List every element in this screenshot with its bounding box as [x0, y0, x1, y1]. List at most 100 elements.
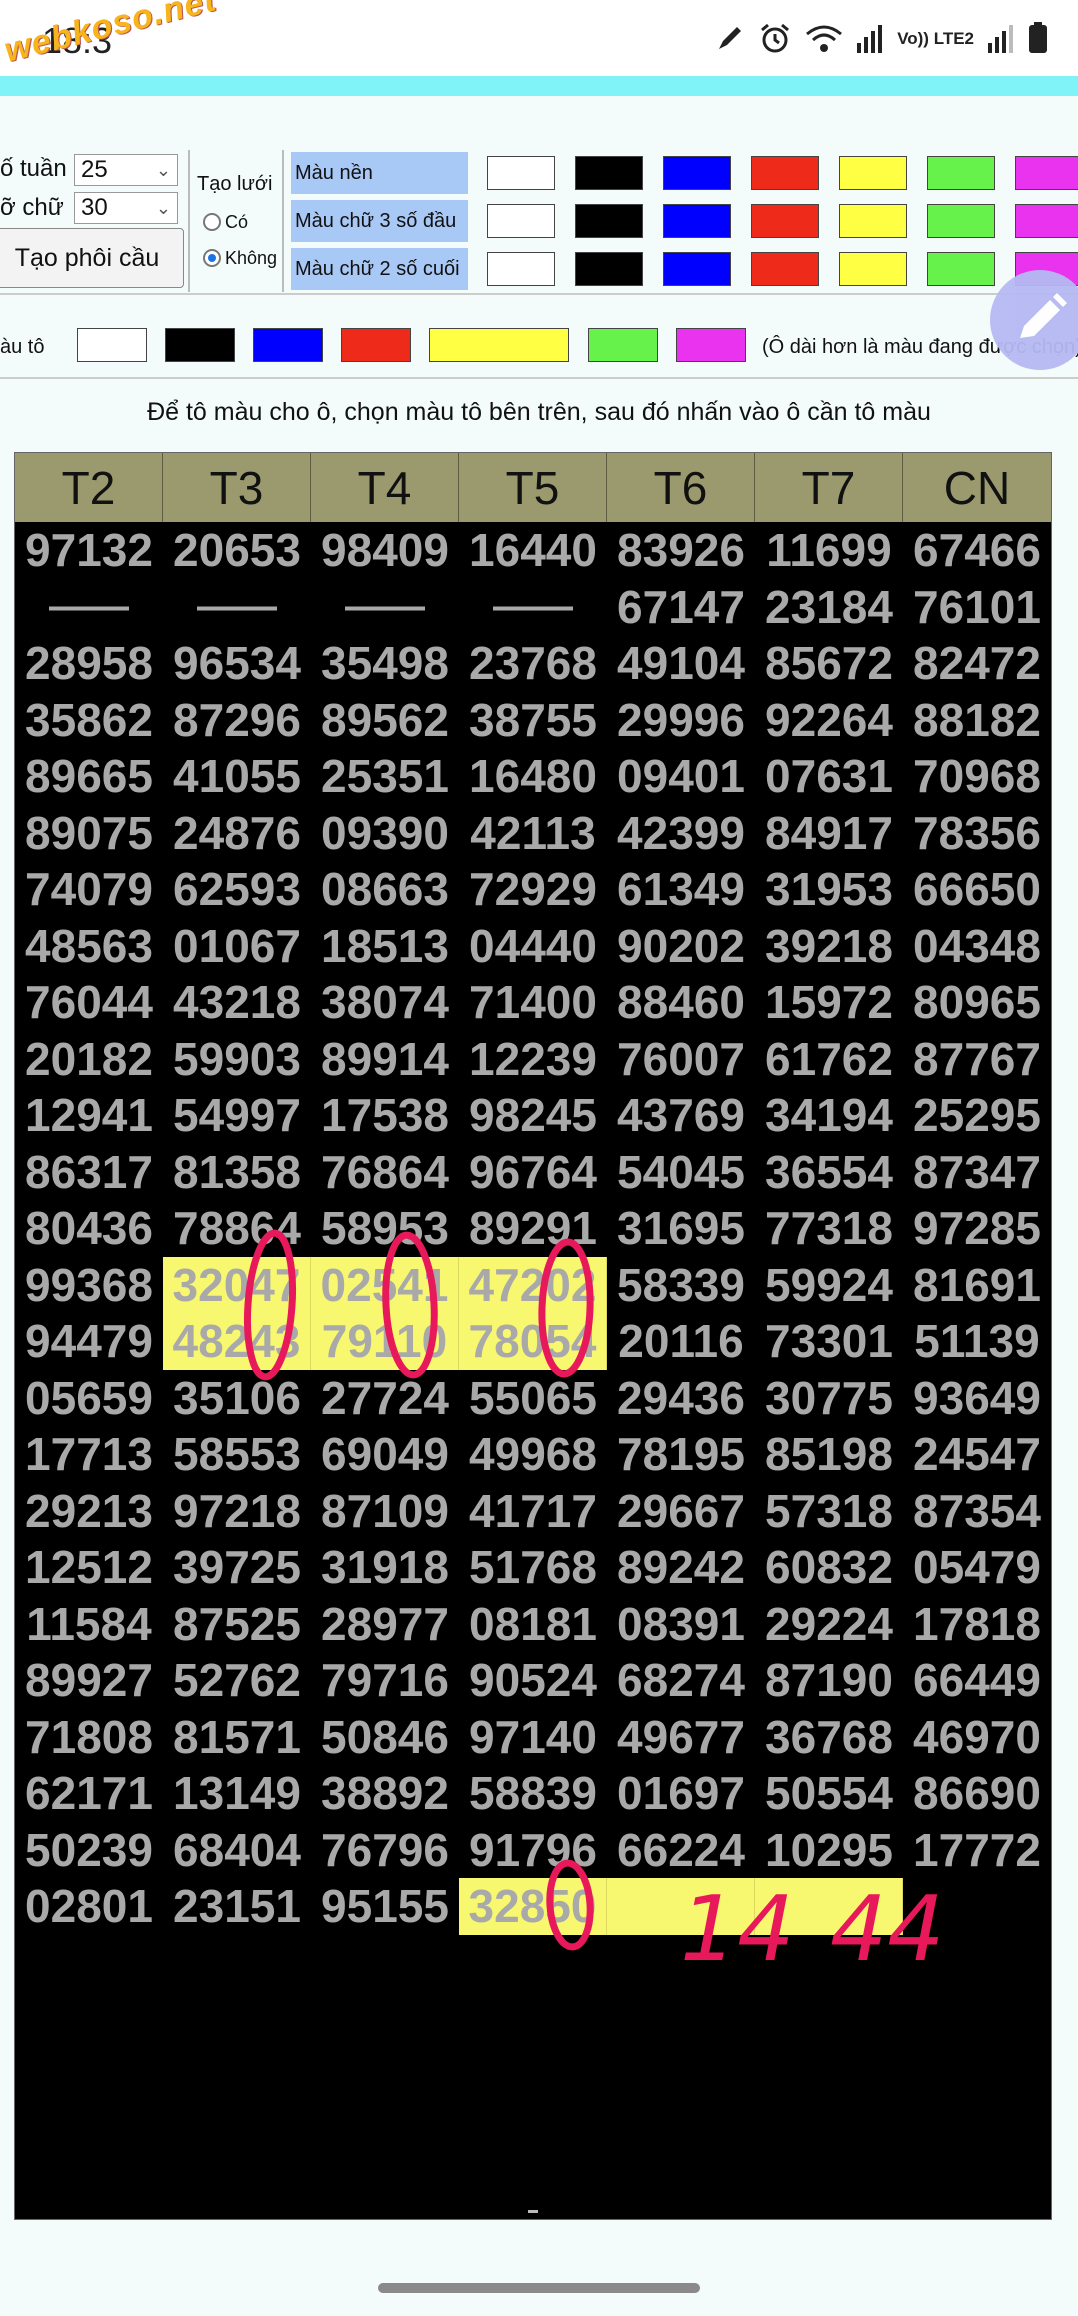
table-cell[interactable]: 68404	[163, 1822, 311, 1879]
table-cell[interactable]: 80436	[15, 1200, 163, 1257]
table-cell[interactable]: 41055	[163, 748, 311, 805]
color-swatch[interactable]	[839, 252, 907, 286]
table-cell[interactable]: 02801	[15, 1878, 163, 1935]
table-cell[interactable]: 98245	[459, 1087, 607, 1144]
table-cell[interactable]: 61762	[755, 1031, 903, 1088]
table-cell[interactable]: 60832	[755, 1539, 903, 1596]
table-cell[interactable]: 05659	[15, 1370, 163, 1427]
table-cell[interactable]: 97285	[903, 1200, 1051, 1257]
table-cell[interactable]: 39725	[163, 1539, 311, 1596]
table-cell[interactable]	[903, 1878, 1051, 1935]
table-cell[interactable]: ——	[15, 579, 163, 636]
table-cell[interactable]: 17538	[311, 1087, 459, 1144]
table-cell[interactable]: 99368	[15, 1257, 163, 1314]
color-swatch[interactable]	[575, 156, 643, 190]
grid-yes-radio[interactable]	[203, 213, 221, 231]
home-indicator[interactable]	[378, 2283, 700, 2293]
table-cell[interactable]: 88182	[903, 692, 1051, 749]
table-cell[interactable]: 49104	[607, 635, 755, 692]
table-cell[interactable]: 66224	[607, 1822, 755, 1879]
table-cell[interactable]: 91796	[459, 1822, 607, 1879]
table-cell[interactable]: 87525	[163, 1596, 311, 1653]
table-cell[interactable]: 10295	[755, 1822, 903, 1879]
table-cell[interactable]: 85672	[755, 635, 903, 692]
table-cell[interactable]: 32850	[459, 1878, 607, 1935]
table-cell[interactable]: 47202	[459, 1256, 607, 1313]
table-cell[interactable]: 87296	[163, 692, 311, 749]
table-cell[interactable]: 34194	[755, 1087, 903, 1144]
table-cell[interactable]: 89291	[459, 1200, 607, 1257]
table-cell[interactable]: 97218	[163, 1483, 311, 1540]
table-cell[interactable]: 43769	[607, 1087, 755, 1144]
table-cell[interactable]: 08663	[311, 861, 459, 918]
table-cell[interactable]: 87109	[311, 1483, 459, 1540]
table-cell[interactable]: 71400	[459, 974, 607, 1031]
table-cell[interactable]: 18513	[311, 918, 459, 975]
table-cell[interactable]: 01697	[607, 1765, 755, 1822]
table-cell[interactable]: 38892	[311, 1765, 459, 1822]
table-cell[interactable]: 86690	[903, 1765, 1051, 1822]
paint-swatch[interactable]	[165, 328, 235, 362]
color-swatch[interactable]	[663, 204, 731, 238]
edit-fab[interactable]	[990, 270, 1078, 370]
table-cell[interactable]: 42113	[459, 805, 607, 862]
paint-swatch[interactable]	[253, 328, 323, 362]
table-cell[interactable]: 23151	[163, 1878, 311, 1935]
table-cell[interactable]: 09390	[311, 805, 459, 862]
table-cell[interactable]: 62593	[163, 861, 311, 918]
table-cell[interactable]: 77318	[755, 1200, 903, 1257]
table-cell[interactable]: 85198	[755, 1426, 903, 1483]
table-cell[interactable]: 36768	[755, 1709, 903, 1766]
color-swatch[interactable]	[839, 204, 907, 238]
table-cell[interactable]: 78054	[459, 1313, 607, 1370]
table-cell[interactable]: 58553	[163, 1426, 311, 1483]
color-swatch[interactable]	[575, 204, 643, 238]
table-cell[interactable]: 38755	[459, 692, 607, 749]
table-cell[interactable]: 97140	[459, 1709, 607, 1766]
table-cell[interactable]: 76044	[15, 974, 163, 1031]
table-cell[interactable]: 78195	[607, 1426, 755, 1483]
table-cell[interactable]: 89562	[311, 692, 459, 749]
color-swatch[interactable]	[663, 252, 731, 286]
table-cell[interactable]: 66650	[903, 861, 1051, 918]
table-cell[interactable]: ——	[459, 579, 607, 636]
weeks-select[interactable]: 25 ⌄	[74, 154, 178, 186]
table-cell[interactable]: 58339	[607, 1257, 755, 1314]
table-cell[interactable]: 92264	[755, 692, 903, 749]
paint-swatch[interactable]	[77, 328, 147, 362]
color-swatch[interactable]	[487, 156, 555, 190]
table-cell[interactable]: 78356	[903, 805, 1051, 862]
table-cell[interactable]: 76796	[311, 1822, 459, 1879]
table-cell[interactable]: 17713	[15, 1426, 163, 1483]
table-cell[interactable]: 62171	[15, 1765, 163, 1822]
table-cell[interactable]: 49677	[607, 1709, 755, 1766]
table-cell[interactable]: 87767	[903, 1031, 1051, 1088]
table-cell[interactable]: 16480	[459, 748, 607, 805]
color-swatch[interactable]	[487, 252, 555, 286]
table-cell[interactable]: 59903	[163, 1031, 311, 1088]
table-cell[interactable]: 50239	[15, 1822, 163, 1879]
table-cell[interactable]: 35498	[311, 635, 459, 692]
table-cell[interactable]: 41717	[459, 1483, 607, 1540]
table-cell[interactable]: 67466	[903, 522, 1051, 579]
table-cell[interactable]: 83926	[607, 522, 755, 579]
table-cell[interactable]: 89242	[607, 1539, 755, 1596]
table-cell[interactable]: 12941	[15, 1087, 163, 1144]
table-cell[interactable]: 29667	[607, 1483, 755, 1540]
table-cell[interactable]: 29224	[755, 1596, 903, 1653]
table-cell[interactable]: 16440	[459, 522, 607, 579]
table-cell[interactable]: 17818	[903, 1596, 1051, 1653]
table-cell[interactable]: 79716	[311, 1652, 459, 1709]
table-cell[interactable]: 08391	[607, 1596, 755, 1653]
table-cell[interactable]: 48563	[15, 918, 163, 975]
color-swatch[interactable]	[751, 156, 819, 190]
table-cell[interactable]: 15972	[755, 974, 903, 1031]
grid-no-radio[interactable]	[203, 249, 221, 267]
table-cell[interactable]: 95155	[311, 1878, 459, 1935]
table-cell[interactable]: 31953	[755, 861, 903, 918]
color-swatch[interactable]	[1015, 204, 1078, 238]
table-cell[interactable]	[607, 1878, 755, 1935]
table-cell[interactable]: 42399	[607, 805, 755, 862]
paint-swatch[interactable]	[676, 328, 746, 362]
table-cell[interactable]: 55065	[459, 1370, 607, 1427]
